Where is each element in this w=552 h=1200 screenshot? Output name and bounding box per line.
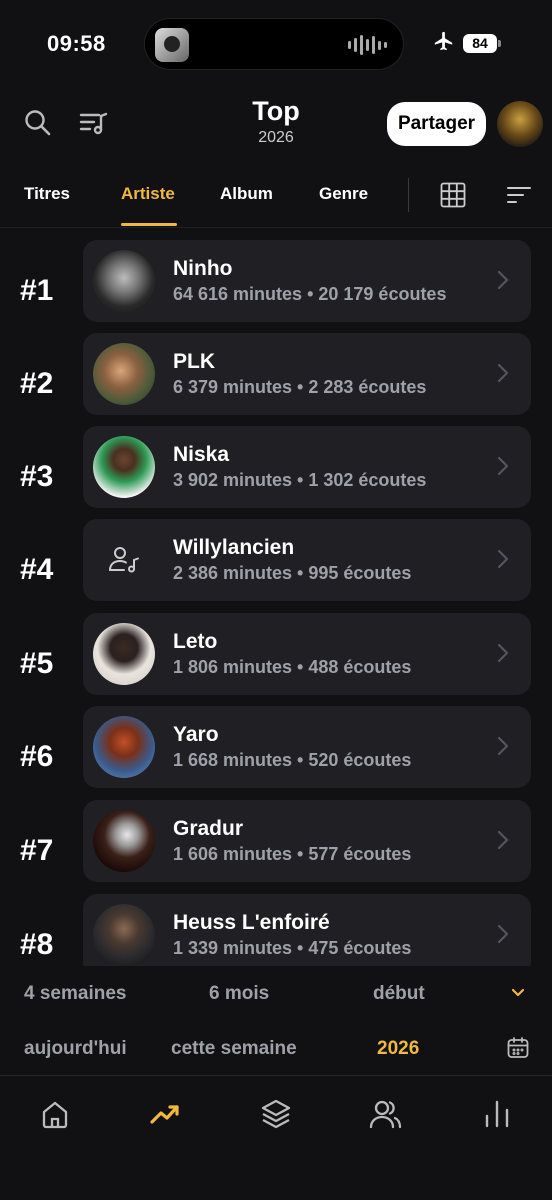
artist-stats: 1 668 minutes • 520 écoutes [173,750,412,770]
artist-card[interactable]: Ninho 64 616 minutes • 20 179 écoutes [83,240,531,322]
grid-view-icon[interactable] [439,181,467,209]
list-item[interactable]: #8 Heuss L'enfoiré 1 339 minutes • 475 é… [0,894,552,966]
page-subtitle: 2026 [258,129,294,146]
rank-label: #3 [20,460,54,493]
period-2026[interactable]: 2026 [377,1038,419,1060]
page-title: Top [252,96,300,126]
rank-label: #6 [20,740,54,773]
rank-label: #7 [20,834,54,867]
category-tabs: Titres Artiste Album Genre [0,170,552,228]
artist-name: Heuss L'enfoiré [173,911,330,934]
artist-card[interactable]: Heuss L'enfoiré 1 339 minutes • 475 écou… [83,894,531,966]
stats-icon[interactable] [479,1096,515,1132]
bottom-navigation [0,1077,552,1200]
battery-indicator: 84 [463,34,501,53]
artist-stats: 6 379 minutes • 2 283 écoutes [173,377,427,397]
artist-placeholder-icon [93,529,155,591]
list-item[interactable]: #2 PLK 6 379 minutes • 2 283 écoutes [0,333,552,417]
list-item[interactable]: #7 Gradur 1 606 minutes • 577 écoutes [0,800,552,884]
page-title-block: Top 2026 [226,96,326,147]
status-time: 09:58 [47,31,106,56]
artist-card[interactable]: Willylancien 2 386 minutes • 995 écoutes [83,519,531,601]
artist-card[interactable]: Yaro 1 668 minutes • 520 écoutes [83,706,531,788]
artist-photo [93,904,155,966]
tab-artiste[interactable]: Artiste [121,184,175,204]
artist-photo [93,716,155,778]
tabs-divider [408,178,409,212]
layers-icon[interactable] [258,1096,294,1132]
period-filters: 4 semaines 6 mois début aujourd'hui cett… [0,966,552,1076]
share-button[interactable]: Partager [387,102,486,146]
artist-list[interactable]: #1 Ninho 64 616 minutes • 20 179 écoutes… [0,240,552,966]
tab-genre[interactable]: Genre [319,184,368,204]
chevron-down-icon[interactable] [509,986,527,1000]
home-icon[interactable] [37,1096,73,1132]
artist-photo [93,623,155,685]
period-6-months[interactable]: 6 mois [209,983,269,1005]
artist-card[interactable]: Gradur 1 606 minutes • 577 écoutes [83,800,531,882]
rank-label: #4 [20,553,54,586]
list-item[interactable]: #1 Ninho 64 616 minutes • 20 179 écoutes [0,240,552,324]
list-item[interactable]: #5 Leto 1 806 minutes • 488 écoutes [0,613,552,697]
artist-stats: 1 339 minutes • 475 écoutes [173,938,412,958]
artist-stats: 3 902 minutes • 1 302 écoutes [173,470,427,490]
period-today[interactable]: aujourd'hui [24,1038,127,1060]
artist-photo [93,343,155,405]
dynamic-island[interactable] [144,18,404,70]
rank-label: #5 [20,647,54,680]
artist-stats: 64 616 minutes • 20 179 écoutes [173,284,447,304]
period-4-weeks[interactable]: 4 semaines [24,983,126,1005]
now-playing-cover [155,28,189,62]
artist-name: PLK [173,350,215,373]
tab-titres[interactable]: Titres [24,184,70,204]
artist-card[interactable]: Niska 3 902 minutes • 1 302 écoutes [83,426,531,508]
airplane-icon [433,30,455,58]
tab-album[interactable]: Album [220,184,273,204]
list-item[interactable]: #4 Willylancien 2 386 minutes • 995 écou… [0,519,552,603]
artist-name: Yaro [173,723,219,746]
artist-name: Niska [173,443,230,466]
artist-name: Ninho [173,257,233,280]
search-icon[interactable] [22,107,54,139]
artist-stats: 1 606 minutes • 577 écoutes [173,844,412,864]
playlist-icon[interactable] [77,107,109,139]
chevron-right-icon [497,270,509,290]
status-bar: 09:58 84 [0,0,552,88]
rank-label: #1 [20,274,54,307]
artist-stats: 2 386 minutes • 995 écoutes [173,563,412,583]
calendar-icon[interactable] [506,1036,530,1060]
chevron-right-icon [497,643,509,663]
artist-card[interactable]: PLK 6 379 minutes • 2 283 écoutes [83,333,531,415]
top-header: Top 2026 Partager [0,92,552,156]
artist-name: Gradur [173,817,244,840]
artist-photo [93,810,155,872]
artist-photo [93,436,155,498]
chevron-right-icon [497,363,509,383]
friends-icon[interactable] [368,1096,404,1132]
trending-icon[interactable] [147,1096,183,1132]
profile-avatar[interactable] [497,101,543,147]
rank-label: #2 [20,367,54,400]
chevron-right-icon [497,924,509,944]
artist-name: Leto [173,630,218,653]
audio-wave-icon [348,35,387,55]
period-since-start[interactable]: début [373,983,425,1005]
artist-stats: 1 806 minutes • 488 écoutes [173,657,412,677]
chevron-right-icon [497,736,509,756]
chevron-right-icon [497,549,509,569]
list-item[interactable]: #3 Niska 3 902 minutes • 1 302 écoutes [0,426,552,510]
active-tab-indicator [121,223,177,226]
chevron-right-icon [497,830,509,850]
list-item[interactable]: #6 Yaro 1 668 minutes • 520 écoutes [0,706,552,790]
period-this-week[interactable]: cette semaine [171,1038,297,1060]
artist-name: Willylancien [173,536,295,559]
artist-card[interactable]: Leto 1 806 minutes • 488 écoutes [83,613,531,695]
chevron-right-icon [497,456,509,476]
sort-icon[interactable] [506,183,532,207]
rank-label: #8 [20,928,54,961]
artist-photo [93,250,155,312]
